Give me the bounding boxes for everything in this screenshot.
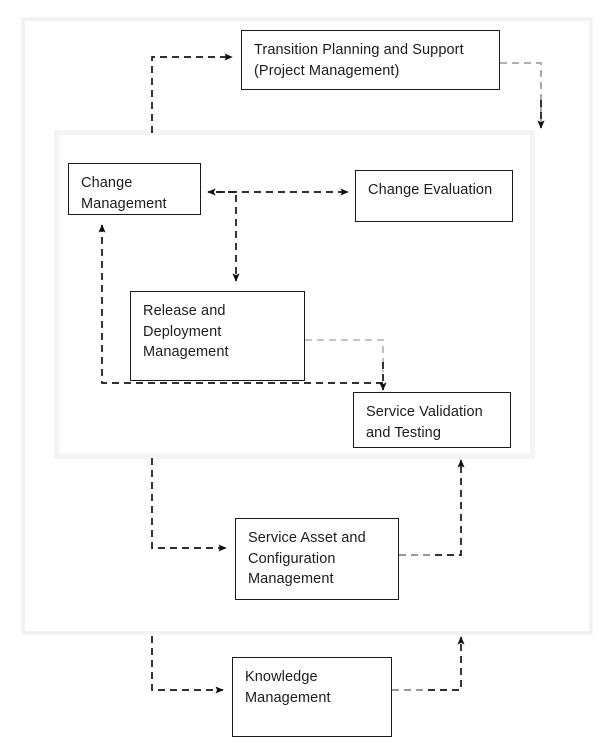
node-transition-planning-and-support[interactable]: Transition Planning and Support (Project… xyxy=(241,30,500,90)
node-service-validation-and-testing[interactable]: Service Validation and Testing xyxy=(353,392,511,448)
node-knowledge-management[interactable]: Knowledge Management xyxy=(232,657,392,737)
diagram-canvas: Transition Planning and Support (Project… xyxy=(0,0,609,744)
node-label-change-evaluation: Change Evaluation xyxy=(368,182,493,198)
node-label-knowledge-management: Knowledge Management xyxy=(245,669,331,706)
node-change-management[interactable]: Change Management xyxy=(68,163,201,215)
connector-knowledge-management-to-outer xyxy=(392,636,465,691)
node-label-change-management: Change Management xyxy=(81,175,167,212)
node-service-asset-and-configuration-management[interactable]: Service Asset and Configuration Manageme… xyxy=(235,518,399,600)
node-label-service-validation: Service Validation and Testing xyxy=(366,404,483,441)
node-label-release-deployment: Release and Deployment Management xyxy=(143,303,229,361)
connector-outer-to-knowledge-management xyxy=(151,636,224,694)
node-release-and-deployment-management[interactable]: Release and Deployment Management xyxy=(130,291,305,381)
node-label-transition-planning: Transition Planning and Support (Project… xyxy=(254,42,464,79)
node-label-service-asset: Service Asset and Configuration Manageme… xyxy=(248,530,366,588)
node-change-evaluation[interactable]: Change Evaluation xyxy=(355,170,513,222)
